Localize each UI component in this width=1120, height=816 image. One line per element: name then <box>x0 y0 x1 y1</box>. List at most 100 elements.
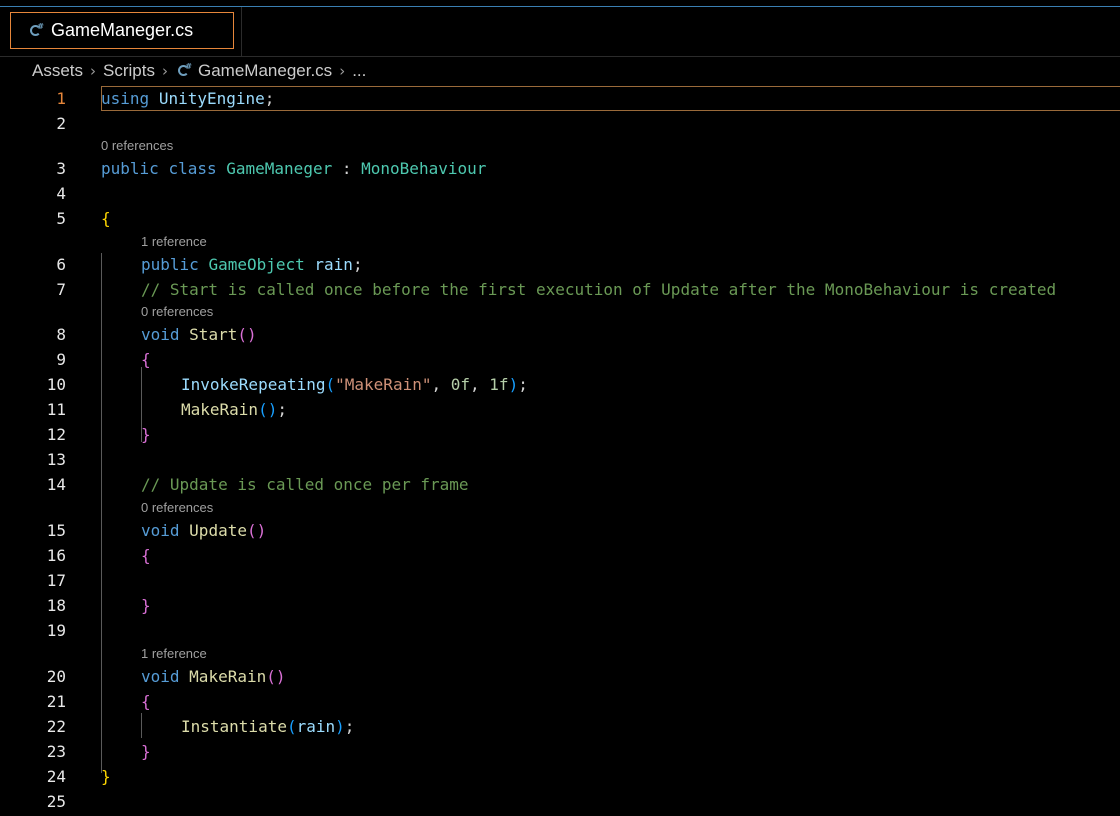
method-call: Instantiate <box>181 717 287 736</box>
code-line: 12 } <box>0 422 1120 447</box>
chevron-right-icon: › <box>162 62 168 80</box>
code-text: void Start() <box>141 322 257 347</box>
tab-label: GameManeger.cs <box>51 20 194 40</box>
code-line: 14 // Update is called once per frame <box>0 472 1120 497</box>
csharp-file-icon: # <box>27 22 44 39</box>
code-line: 24 } <box>0 764 1120 789</box>
tab-divider <box>241 7 242 56</box>
line-number: 7 <box>56 280 66 299</box>
code-text: void MakeRain() <box>141 664 286 689</box>
paren: ( <box>325 375 336 394</box>
comment: // Start is called once before the first… <box>141 280 1057 299</box>
paren: ) <box>508 375 519 394</box>
breadcrumb-symbol[interactable]: ... <box>352 61 366 81</box>
chevron-right-icon: › <box>339 62 346 80</box>
punctuation: : <box>341 159 352 178</box>
line-number: 1 <box>56 89 66 108</box>
line-number: 15 <box>46 521 66 540</box>
code-line: 5 { <box>0 206 1120 231</box>
code-text: void Update() <box>141 518 266 543</box>
punctuation: ; <box>264 89 275 108</box>
method-name: MakeRain <box>189 667 267 686</box>
code-line: 16 { <box>0 543 1120 568</box>
line-number: 14 <box>46 475 66 494</box>
breadcrumb: Assets › Scripts › # GameManeger.cs › ..… <box>0 57 1120 85</box>
keyword: void <box>141 325 180 344</box>
namespace: UnityEngine <box>158 89 265 108</box>
tab-gamemaneger-cs[interactable]: # GameManeger.cs <box>10 12 234 49</box>
comment: // Update is called once per frame <box>141 475 469 494</box>
breadcrumb-file[interactable]: GameManeger.cs <box>198 61 332 81</box>
code-line: 19 <box>0 618 1120 643</box>
line-number: 4 <box>56 184 66 203</box>
line-number: 2 <box>56 114 66 133</box>
keyword: public <box>141 255 199 274</box>
code-line: 8 void Start() <box>0 322 1120 347</box>
code-editor[interactable]: 1 using UnityEngine; 2 0 references 3 pu… <box>0 86 1120 816</box>
line-number: 16 <box>46 546 66 565</box>
punctuation: ; <box>518 375 528 394</box>
parens: () <box>266 667 286 686</box>
code-line: 7 // Start is called once before the fir… <box>0 277 1120 302</box>
argument: rain <box>296 717 336 736</box>
line-number: 5 <box>56 209 66 228</box>
punctuation: ; <box>352 255 363 274</box>
brace: } <box>141 425 151 444</box>
tab-bar: # GameManeger.cs <box>0 7 1120 57</box>
type-name: GameObject <box>208 255 305 274</box>
method-name: Start <box>189 325 238 344</box>
breadcrumb-scripts[interactable]: Scripts <box>103 61 155 81</box>
class-name: GameManeger <box>226 159 333 178</box>
brace: } <box>141 742 151 761</box>
code-line: 10 InvokeRepeating("MakeRain", 0f, 1f); <box>0 372 1120 397</box>
code-line: 1 using UnityEngine; <box>0 86 1120 111</box>
number-literal: 0f <box>450 375 471 394</box>
code-text: { <box>141 689 151 714</box>
line-number: 19 <box>46 621 66 640</box>
brace: { <box>101 209 111 228</box>
codelens-references[interactable]: 1 reference <box>141 644 207 664</box>
line-number: 13 <box>46 450 66 469</box>
codelens-references[interactable]: 0 references <box>141 498 213 518</box>
brace: } <box>101 767 111 786</box>
keyword: public <box>101 159 159 178</box>
method-name: Update <box>189 521 247 540</box>
line-number: 17 <box>46 571 66 590</box>
line-number: 6 <box>56 255 66 274</box>
line-number: 18 <box>46 596 66 615</box>
code-text: public GameObject rain; <box>141 252 363 277</box>
keyword: using <box>101 89 150 108</box>
code-text: } <box>141 593 151 618</box>
field-name: rain <box>314 255 353 274</box>
codelens-references[interactable]: 1 reference <box>141 232 207 252</box>
brace: { <box>141 692 151 711</box>
code-line: 25 <box>0 789 1120 814</box>
punctuation: ; <box>277 400 287 419</box>
line-number: 22 <box>46 717 66 736</box>
paren: ( <box>286 717 297 736</box>
brace: } <box>141 596 151 615</box>
codelens-references[interactable]: 0 references <box>141 302 213 322</box>
code-line: 23 } <box>0 739 1120 764</box>
keyword: class <box>168 159 217 178</box>
breadcrumb-assets[interactable]: Assets <box>32 61 83 81</box>
codelens-references[interactable]: 0 references <box>101 136 173 156</box>
code-text: Instantiate(rain); <box>181 714 354 739</box>
code-text: } <box>101 764 111 789</box>
window-top-border <box>0 0 1120 7</box>
code-line: 18 } <box>0 593 1120 618</box>
brace: { <box>141 350 151 369</box>
code-line: 4 <box>0 181 1120 206</box>
string-literal: "MakeRain" <box>335 375 432 394</box>
brace: { <box>141 546 151 565</box>
code-line: 2 <box>0 111 1120 136</box>
code-text: { <box>101 206 111 231</box>
code-text: MakeRain(); <box>181 397 287 422</box>
method-call: MakeRain <box>181 400 259 419</box>
keyword: void <box>141 521 180 540</box>
code-line: 3 public class GameManeger : MonoBehavio… <box>0 156 1120 181</box>
code-text: } <box>141 422 151 447</box>
line-number: 24 <box>46 767 66 786</box>
line-number: 25 <box>46 792 66 811</box>
line-number: 23 <box>46 742 66 761</box>
